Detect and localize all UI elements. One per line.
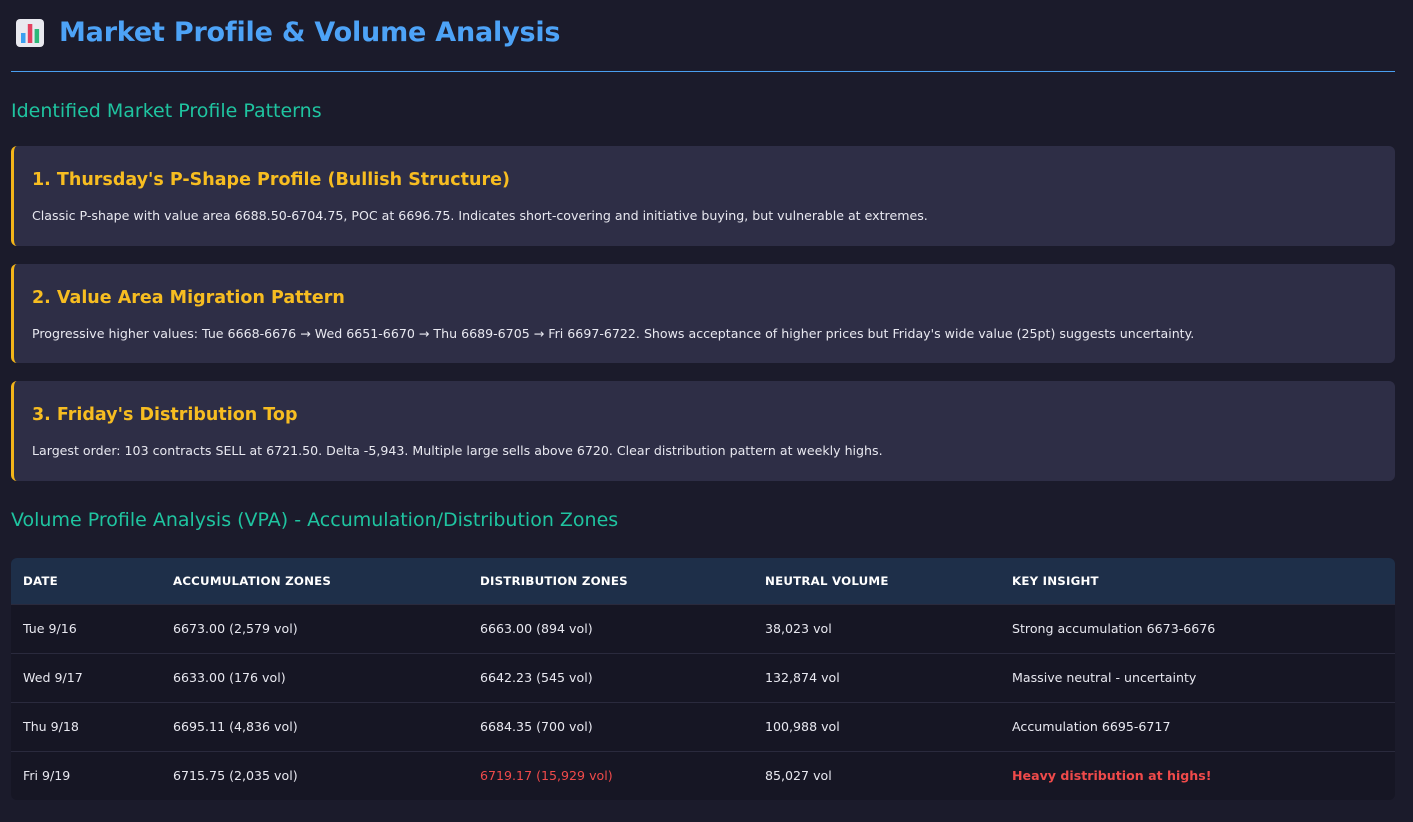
card-text: Largest order: 103 contracts SELL at 672…: [32, 443, 883, 458]
page-title: Market Profile & Volume Analysis: [59, 17, 561, 48]
column-header-distribution: DISTRIBUTION ZONES: [480, 573, 628, 588]
pattern-card-p-shape: 1. Thursday's P-Shape Profile (Bullish S…: [11, 146, 1395, 246]
cell-date: Thu 9/18: [23, 719, 79, 734]
cell-distribution: 6663.00 (894 vol): [480, 621, 593, 636]
table-row: Tue 9/16 6673.00 (2,579 vol) 6663.00 (89…: [11, 604, 1395, 653]
card-text: Progressive higher values: Tue 6668-6676…: [32, 326, 1195, 341]
cell-date: Wed 9/17: [23, 670, 83, 685]
page: Market Profile & Volume Analysis Identif…: [0, 0, 1413, 822]
bar-chart-icon: [15, 18, 45, 48]
cell-insight: Strong accumulation 6673-6676: [1012, 621, 1216, 636]
card-title: 1. Thursday's P-Shape Profile (Bullish S…: [32, 170, 510, 190]
vpa-table: DATE ACCUMULATION ZONES DISTRIBUTION ZON…: [11, 558, 1395, 800]
cell-accumulation: 6695.11 (4,836 vol): [173, 719, 298, 734]
pattern-card-distribution-top: 3. Friday's Distribution Top Largest ord…: [11, 381, 1395, 481]
cell-accumulation: 6715.75 (2,035 vol): [173, 768, 298, 784]
table-row: Fri 9/19 6715.75 (2,035 vol) 6719.17 (15…: [11, 751, 1395, 800]
cell-distribution: 6642.23 (545 vol): [480, 670, 593, 685]
header: Market Profile & Volume Analysis: [11, 0, 1395, 72]
cell-date: Tue 9/16: [23, 621, 77, 636]
cell-date: Fri 9/19: [23, 768, 71, 784]
cell-neutral: 38,023 vol: [765, 621, 832, 636]
cell-accumulation: 6633.00 (176 vol): [173, 670, 286, 685]
cell-neutral: 85,027 vol: [765, 768, 832, 784]
card-title: 3. Friday's Distribution Top: [32, 405, 298, 425]
table-row: Thu 9/18 6695.11 (4,836 vol) 6684.35 (70…: [11, 702, 1395, 751]
card-title: 2. Value Area Migration Pattern: [32, 288, 345, 308]
patterns-section-title: Identified Market Profile Patterns: [11, 100, 322, 122]
vpa-section-title: Volume Profile Analysis (VPA) - Accumula…: [11, 509, 619, 531]
column-header-insight: KEY INSIGHT: [1012, 573, 1099, 588]
column-header-accumulation: ACCUMULATION ZONES: [173, 573, 332, 588]
cell-insight: Massive neutral - uncertainty: [1012, 670, 1197, 685]
cell-accumulation: 6673.00 (2,579 vol): [173, 621, 298, 636]
cell-insight-alert: Heavy distribution at highs!: [1012, 768, 1212, 784]
cell-neutral: 100,988 vol: [765, 719, 840, 734]
pattern-card-value-migration: 2. Value Area Migration Pattern Progress…: [11, 264, 1395, 363]
cell-neutral: 132,874 vol: [765, 670, 840, 685]
card-text: Classic P-shape with value area 6688.50-…: [32, 208, 928, 223]
cell-insight: Accumulation 6695-6717: [1012, 719, 1171, 734]
cell-distribution: 6684.35 (700 vol): [480, 719, 593, 734]
column-header-neutral: NEUTRAL VOLUME: [765, 573, 889, 588]
cell-distribution-alert: 6719.17 (15,929 vol): [480, 768, 613, 784]
table-row: Wed 9/17 6633.00 (176 vol) 6642.23 (545 …: [11, 653, 1395, 702]
table-header-row: DATE ACCUMULATION ZONES DISTRIBUTION ZON…: [11, 558, 1395, 604]
column-header-date: DATE: [23, 573, 58, 588]
